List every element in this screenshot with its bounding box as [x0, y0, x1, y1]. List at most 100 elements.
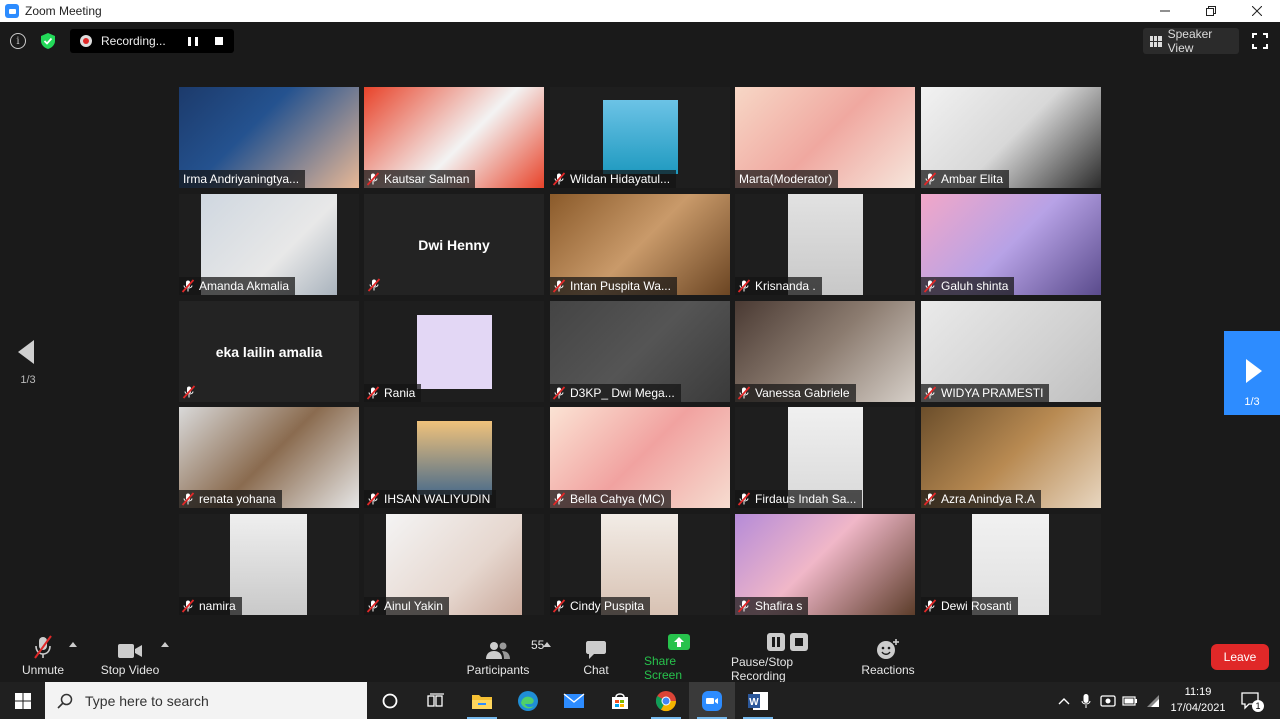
right-arrow-icon	[1246, 359, 1262, 383]
taskbar-clock[interactable]: 11:19 17/04/2021	[1165, 684, 1231, 716]
restore-button[interactable]	[1188, 0, 1234, 22]
muted-microphone-icon	[923, 279, 937, 293]
participant-video-frame	[603, 100, 678, 174]
participant-name: WIDYA PRAMESTI	[941, 386, 1044, 400]
participant-tile[interactable]: Ambar Elita	[921, 87, 1101, 188]
participant-name-label: Shafira s	[735, 597, 809, 615]
share-screen-button[interactable]: Share Screen	[644, 632, 714, 682]
participant-tile[interactable]: Marta(Moderator)	[735, 87, 915, 188]
pause-recording-icon[interactable]	[188, 36, 198, 46]
taskbar-task-view[interactable]	[413, 682, 459, 719]
chat-button[interactable]: Chat	[578, 632, 614, 682]
minimize-button[interactable]	[1142, 0, 1188, 22]
participant-tile[interactable]: Firdaus Indah Sa...	[735, 407, 915, 508]
taskbar-word[interactable]: W	[735, 682, 781, 719]
participant-name: Galuh shinta	[941, 279, 1009, 293]
participant-tile[interactable]: Amanda Akmalia	[179, 194, 359, 295]
minimize-icon	[1160, 10, 1170, 12]
participant-name-label: D3KP_ Dwi Mega...	[550, 384, 681, 402]
participant-tile[interactable]: D3KP_ Dwi Mega...	[550, 301, 730, 402]
participant-tile[interactable]: Kautsar Salman	[364, 87, 544, 188]
tray-camera[interactable]	[1098, 682, 1118, 719]
taskbar-edge[interactable]	[505, 682, 551, 719]
participant-tile[interactable]: Dewi Rosanti	[921, 514, 1101, 615]
taskbar-chrome[interactable]	[643, 682, 689, 719]
muted-microphone-icon	[552, 279, 566, 293]
participant-name: Marta(Moderator)	[739, 172, 833, 186]
muted-microphone-icon	[923, 599, 937, 613]
participant-tile[interactable]: Bella Cahya (MC)	[550, 407, 730, 508]
participant-name: Vanessa Gabriele	[755, 386, 850, 400]
taskbar-zoom[interactable]	[689, 682, 735, 719]
participant-tile[interactable]: Ainul Yakin	[364, 514, 544, 615]
speaker-view-button[interactable]: Speaker View	[1143, 27, 1239, 55]
participant-tile[interactable]: Cindy Puspita	[550, 514, 730, 615]
tray-show-hidden[interactable]	[1054, 682, 1074, 719]
taskbar-file-explorer[interactable]	[459, 682, 505, 719]
participant-name-label: Krisnanda .	[735, 277, 822, 295]
participant-tile[interactable]: renata yohana	[179, 407, 359, 508]
fullscreen-icon[interactable]	[1252, 33, 1268, 49]
video-options-caret-icon[interactable]	[161, 642, 169, 647]
participant-tile[interactable]: Rania	[364, 301, 544, 402]
start-button[interactable]	[0, 682, 45, 719]
tray-wifi[interactable]	[1143, 682, 1163, 719]
taskbar-search[interactable]	[45, 682, 367, 719]
participant-tile[interactable]: IHSAN WALIYUDIN	[364, 407, 544, 508]
leave-button[interactable]: Leave	[1211, 644, 1269, 670]
meeting-area: i Recording... Speaker View 1/3 Irma And…	[0, 22, 1280, 632]
meeting-topbar: i Recording... Speaker View	[0, 27, 1280, 55]
stop-video-button[interactable]: Stop Video	[100, 632, 160, 682]
participants-options-caret-icon[interactable]	[543, 642, 551, 647]
taskbar-cortana[interactable]	[367, 682, 413, 719]
task-view-icon	[427, 692, 444, 707]
muted-microphone-icon	[182, 385, 196, 399]
close-button[interactable]	[1234, 0, 1280, 22]
participant-tile[interactable]: Krisnanda .	[735, 194, 915, 295]
audio-options-caret-icon[interactable]	[69, 642, 77, 647]
reactions-button[interactable]: Reactions	[861, 632, 915, 682]
encryption-shield-icon[interactable]	[40, 32, 56, 50]
participant-tile[interactable]: Intan Puspita Wa...	[550, 194, 730, 295]
participant-name-label: Wildan Hidayatul...	[550, 170, 677, 188]
participant-name-label: Ambar Elita	[921, 170, 1010, 188]
unmute-button[interactable]: Unmute	[18, 632, 68, 682]
participant-tile[interactable]: Irma Andriyaningtya...	[179, 87, 359, 188]
participant-name: D3KP_ Dwi Mega...	[570, 386, 675, 400]
video-camera-icon	[118, 644, 142, 658]
participant-tile[interactable]: Vanessa Gabriele	[735, 301, 915, 402]
participant-tile[interactable]: Shafira s	[735, 514, 915, 615]
taskbar-store[interactable]	[597, 682, 643, 719]
participant-tile[interactable]: eka lailin amalia	[179, 301, 359, 402]
participant-tile[interactable]: Dwi Henny	[364, 194, 544, 295]
participant-name: Dewi Rosanti	[941, 599, 1012, 613]
meeting-info-icon[interactable]: i	[10, 33, 26, 49]
participant-name-placeholder: Dwi Henny	[418, 236, 490, 253]
pause-stop-recording-button[interactable]: Pause/Stop Recording	[731, 632, 845, 683]
participant-tile[interactable]: namira	[179, 514, 359, 615]
participant-name-label: Kautsar Salman	[364, 170, 476, 188]
tray-battery[interactable]	[1120, 682, 1140, 719]
muted-microphone-icon	[367, 278, 381, 292]
participant-name-label: namira	[179, 597, 242, 615]
participant-tile[interactable]: Galuh shinta	[921, 194, 1101, 295]
search-input[interactable]	[85, 692, 345, 709]
recording-label: Recording...	[101, 34, 166, 48]
next-page-button[interactable]: 1/3	[1224, 331, 1280, 415]
participant-name: Wildan Hidayatul...	[570, 172, 671, 186]
action-center-button[interactable]: 1	[1238, 682, 1264, 719]
participant-tile[interactable]: Azra Anindya R.A	[921, 407, 1101, 508]
zoom-app-icon	[5, 4, 19, 18]
participants-button[interactable]: 55 Participants	[467, 632, 545, 682]
taskbar-mail[interactable]	[551, 682, 597, 719]
muted-microphone-icon	[923, 492, 937, 506]
participant-name: Amanda Akmalia	[199, 279, 290, 293]
participant-tile[interactable]: WIDYA PRAMESTI	[921, 301, 1101, 402]
previous-page-button[interactable]: 1/3	[16, 340, 40, 386]
muted-microphone-icon	[34, 635, 52, 659]
participant-tile[interactable]: Wildan Hidayatul...	[550, 87, 730, 188]
tray-microphone[interactable]	[1076, 682, 1096, 719]
muted-microphone-icon	[366, 492, 380, 506]
stop-recording-icon[interactable]	[215, 37, 223, 45]
participant-name: Rania	[384, 386, 416, 400]
